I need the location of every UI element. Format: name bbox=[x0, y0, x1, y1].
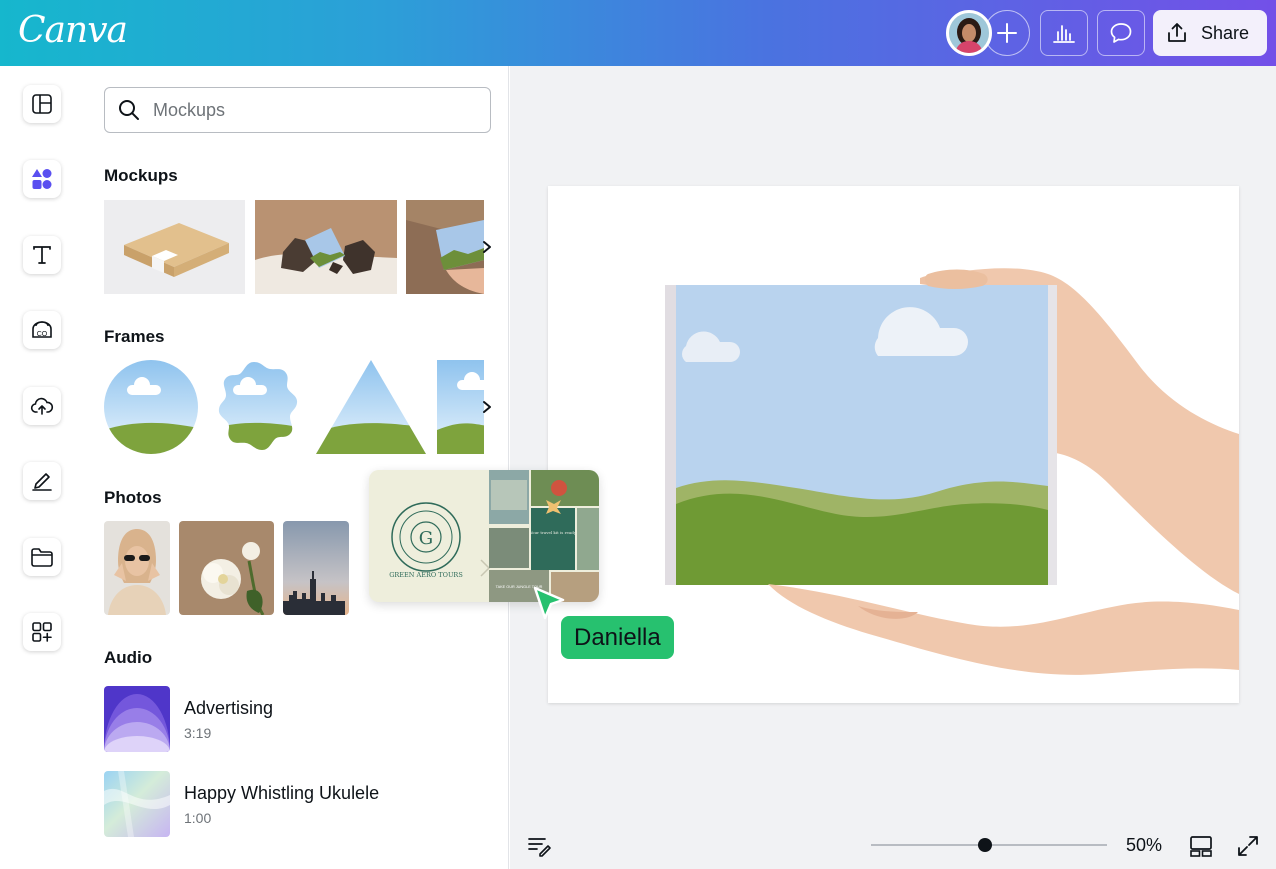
frames-row bbox=[104, 360, 484, 456]
expand-icon bbox=[1238, 836, 1258, 856]
photo-thumbnail[interactable] bbox=[104, 521, 170, 615]
audio-title: Happy Whistling Ukulele bbox=[184, 782, 380, 803]
mockups-next-button[interactable] bbox=[476, 236, 498, 258]
audio-artwork bbox=[104, 686, 170, 752]
travel-template-preview: G GREEN AERO TOURS Your travel kit is re… bbox=[369, 470, 599, 602]
section-title-photos: Photos bbox=[104, 488, 162, 507]
rail-apps-button[interactable] bbox=[23, 613, 61, 651]
list-item[interactable]: Happy Whistling Ukulele 1:00 bbox=[104, 771, 484, 837]
fullscreen-button[interactable] bbox=[1234, 832, 1262, 860]
section-title-frames: Frames bbox=[104, 327, 165, 346]
frame-scallop[interactable] bbox=[208, 360, 304, 456]
top-bar: Canva Share bbox=[0, 0, 1276, 66]
section-title-mockups: Mockups bbox=[104, 166, 178, 185]
chevron-right-icon bbox=[483, 241, 491, 253]
zoom-slider-handle[interactable] bbox=[978, 838, 992, 852]
share-label: Share bbox=[1201, 22, 1250, 43]
page-grid-icon bbox=[1190, 836, 1212, 857]
list-item[interactable]: Advertising 3:19 bbox=[104, 686, 484, 752]
draw-pen-icon bbox=[32, 473, 52, 491]
layout-icon bbox=[32, 94, 52, 114]
rail-brand-button[interactable]: CO bbox=[23, 311, 61, 349]
photo-thumbnail[interactable] bbox=[179, 521, 274, 615]
search-icon bbox=[119, 100, 139, 120]
audio-title: Advertising bbox=[184, 697, 274, 718]
chevron-right-icon bbox=[483, 401, 491, 413]
frame-circle[interactable] bbox=[104, 360, 198, 454]
template-logo-text: GREEN AERO TOURS bbox=[389, 571, 463, 579]
shapes-icon bbox=[32, 169, 52, 189]
search-input[interactable] bbox=[153, 99, 473, 121]
frame-triangle[interactable] bbox=[316, 360, 428, 456]
mockup-thumbnail[interactable] bbox=[255, 200, 397, 294]
mockup-thumbnail[interactable] bbox=[104, 200, 245, 294]
bar-chart-icon bbox=[1053, 25, 1075, 43]
section-title-audio: Audio bbox=[104, 648, 153, 667]
notes-pen-icon bbox=[528, 838, 551, 857]
canva-logo[interactable]: Canva bbox=[18, 10, 128, 51]
search-box bbox=[104, 87, 491, 133]
zoom-level[interactable]: 50% bbox=[1126, 835, 1162, 856]
audio-artwork bbox=[104, 771, 170, 837]
template-caption: Your travel kit is ready bbox=[529, 530, 577, 535]
plus-icon bbox=[997, 23, 1017, 43]
hand-card-image bbox=[406, 200, 484, 294]
share-button[interactable]: Share bbox=[1153, 10, 1267, 56]
collaborator-cursor-icon bbox=[533, 586, 565, 620]
dragged-template-card[interactable]: G GREEN AERO TOURS Your travel kit is re… bbox=[369, 470, 599, 602]
mockup-thumbnail[interactable] bbox=[406, 200, 484, 294]
template-logo-letter: G bbox=[419, 528, 433, 549]
svg-text:CO: CO bbox=[37, 331, 48, 338]
rail-elements-button[interactable] bbox=[23, 160, 61, 198]
rail-uploads-button[interactable] bbox=[23, 387, 61, 425]
holographic-artwork bbox=[104, 771, 170, 837]
cloud-upload-icon bbox=[30, 397, 54, 415]
white-flowers-image bbox=[179, 521, 274, 615]
share-icon bbox=[1168, 23, 1186, 42]
avatar-portrait bbox=[949, 13, 989, 53]
audio-duration: 1:00 bbox=[184, 809, 212, 826]
city-skyline-image bbox=[283, 521, 349, 615]
collaborator-name-tag: Daniella bbox=[561, 616, 674, 659]
page-view-button[interactable] bbox=[1187, 832, 1215, 860]
photo-thumbnail[interactable] bbox=[283, 521, 349, 615]
rail-text-button[interactable] bbox=[23, 236, 61, 274]
portrait-woman-sunglasses-image bbox=[104, 521, 170, 615]
comments-button[interactable] bbox=[1097, 10, 1145, 56]
folder-icon bbox=[31, 548, 53, 567]
insights-button[interactable] bbox=[1040, 10, 1088, 56]
avatar[interactable] bbox=[946, 10, 992, 56]
rail-draw-button[interactable] bbox=[23, 462, 61, 500]
brand-kit-icon: CO bbox=[32, 321, 52, 338]
text-icon bbox=[33, 246, 51, 264]
card-on-rocks-image bbox=[255, 200, 397, 294]
comment-icon bbox=[1110, 23, 1132, 43]
purple-arcs-artwork bbox=[104, 686, 170, 752]
notes-button[interactable] bbox=[525, 833, 553, 859]
audio-duration: 3:19 bbox=[184, 724, 212, 741]
box-mockup-image bbox=[104, 200, 245, 294]
rail-design-button[interactable] bbox=[23, 85, 61, 123]
frames-next-button[interactable] bbox=[476, 396, 498, 418]
rail-projects-button[interactable] bbox=[23, 538, 61, 576]
apps-grid-icon bbox=[32, 622, 52, 642]
